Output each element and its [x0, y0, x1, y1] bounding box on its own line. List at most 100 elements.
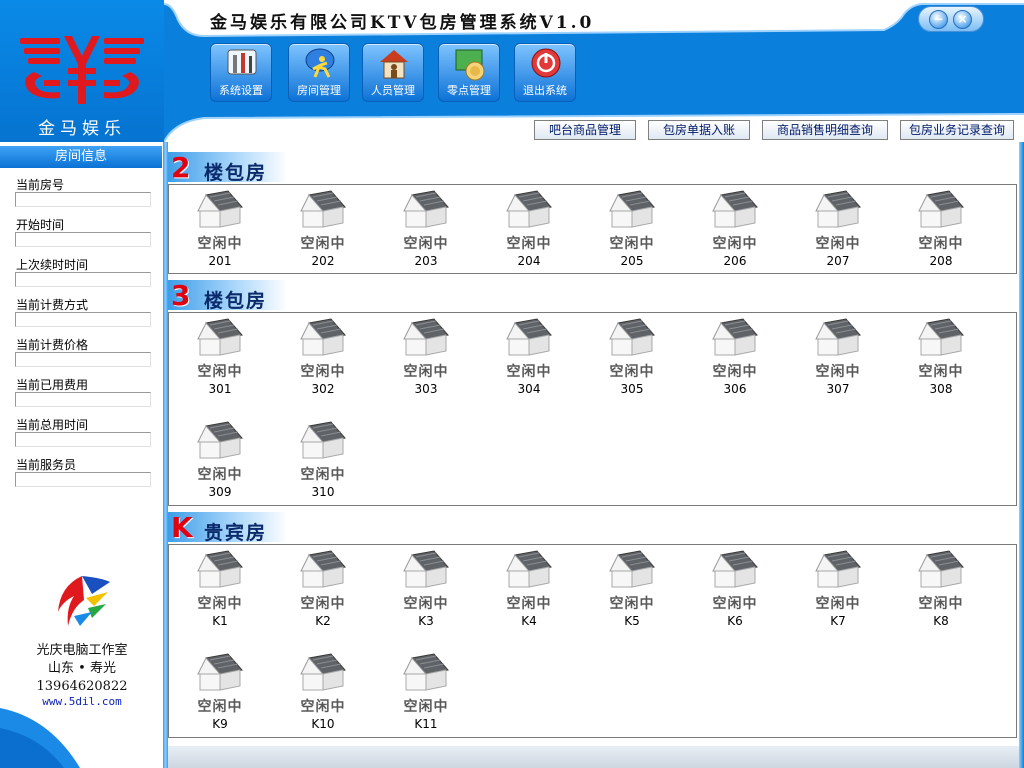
room-203[interactable]: 空闲中 203 — [391, 189, 461, 279]
room-number: 307 — [826, 382, 850, 396]
room-201[interactable]: 空闲中 201 — [185, 189, 255, 279]
room-status: 空闲中 — [300, 596, 346, 612]
room-K1[interactable]: 空闲中 K1 — [185, 549, 255, 639]
room-status: 空闲中 — [403, 699, 449, 715]
close-button[interactable]: × — [953, 10, 972, 29]
sales-detail-query-link[interactable]: 商品销售明细查询 — [762, 120, 888, 140]
room-status: 空闲中 — [609, 364, 655, 380]
system-settings-button[interactable]: 系统设置 — [210, 43, 272, 102]
waiter-field[interactable] — [15, 472, 151, 487]
room-309[interactable]: 空闲中 309 — [185, 420, 255, 510]
house-icon — [299, 549, 347, 592]
floor-badge: K — [171, 511, 193, 544]
house-icon — [299, 317, 347, 360]
total-time-field[interactable] — [15, 432, 151, 447]
toolbar-label: 退出系统 — [523, 84, 567, 97]
floor-2-rooms: 空闲中 201 空闲中 202 空闲中 203 空闲中 204 空闲中 205 空闲中 206 空闲中 2… — [168, 184, 1017, 274]
toolbar-label: 房间管理 — [297, 84, 341, 97]
studio-url-link[interactable]: www.5dil.com — [0, 695, 164, 708]
room-208[interactable]: 空闲中 208 — [906, 189, 976, 279]
room-K11[interactable]: 空闲中 K11 — [391, 652, 461, 742]
studio-phone: 13964620822 — [36, 679, 128, 694]
snack-management-button[interactable]: 零点管理 — [438, 43, 500, 102]
house-icon — [196, 420, 244, 463]
billing-price-field[interactable] — [15, 352, 151, 367]
room-status: 空闲中 — [197, 467, 243, 483]
house-icon — [196, 317, 244, 360]
power-icon — [531, 48, 561, 78]
room-status: 空闲中 — [712, 236, 758, 252]
room-bill-posting-link[interactable]: 包房单据入账 — [648, 120, 750, 140]
toolbar-label: 零点管理 — [447, 84, 491, 97]
room-number: K3 — [418, 614, 434, 628]
room-302[interactable]: 空闲中 302 — [288, 317, 358, 407]
house-icon — [608, 549, 656, 592]
room-number: K2 — [315, 614, 331, 628]
field-billing-mode: 当前计费方式 — [0, 292, 162, 332]
room-301[interactable]: 空闲中 301 — [185, 317, 255, 407]
start-time-field[interactable] — [15, 232, 151, 247]
room-K6[interactable]: 空闲中 K6 — [700, 549, 770, 639]
room-number: 208 — [929, 254, 953, 268]
room-number: 203 — [414, 254, 438, 268]
room-K8[interactable]: 空闲中 K8 — [906, 549, 976, 639]
field-waiter: 当前服务员 — [0, 452, 162, 492]
room-business-records-link[interactable]: 包房业务记录查询 — [900, 120, 1014, 140]
house-icon — [608, 189, 656, 232]
used-fee-field[interactable] — [15, 392, 151, 407]
room-204[interactable]: 空闲中 204 — [494, 189, 564, 279]
room-K10[interactable]: 空闲中 K10 — [288, 652, 358, 742]
room-number: K4 — [521, 614, 537, 628]
room-205[interactable]: 空闲中 205 — [597, 189, 667, 279]
room-number: 310 — [311, 485, 335, 499]
bar-goods-management-link[interactable]: 吧台商品管理 — [534, 120, 636, 140]
room-K2[interactable]: 空闲中 K2 — [288, 549, 358, 639]
exit-system-button[interactable]: 退出系统 — [514, 43, 576, 102]
house-icon — [917, 549, 965, 592]
house-icon — [196, 652, 244, 695]
room-status: 空闲中 — [197, 596, 243, 612]
room-number: K6 — [727, 614, 743, 628]
room-status: 空闲中 — [197, 699, 243, 715]
room-status: 空闲中 — [403, 236, 449, 252]
field-room-number: 当前房号 — [0, 172, 162, 212]
minimize-button[interactable]: − — [929, 10, 948, 29]
room-number: K1 — [212, 614, 228, 628]
room-status: 空闲中 — [300, 236, 346, 252]
room-305[interactable]: 空闲中 305 — [597, 317, 667, 407]
floor-3-title: 3 楼包房 — [168, 280, 288, 312]
room-status: 空闲中 — [403, 364, 449, 380]
last-extend-time-field[interactable] — [15, 272, 151, 287]
room-K4[interactable]: 空闲中 K4 — [494, 549, 564, 639]
room-number: 308 — [929, 382, 953, 396]
room-310[interactable]: 空闲中 310 — [288, 420, 358, 510]
room-info-header: 房间信息 — [0, 146, 162, 168]
house-icon — [711, 189, 759, 232]
tools-icon — [227, 49, 257, 75]
vip-rooms: 空闲中 K1 空闲中 K2 空闲中 K3 空闲中 K4 空闲中 K5 空闲中 K6 空闲中 K7 空闲中 K8… — [168, 544, 1017, 738]
house-icon — [299, 652, 347, 695]
room-management-button[interactable]: 房间管理 — [288, 43, 350, 102]
billing-mode-field[interactable] — [15, 312, 151, 327]
room-number-field[interactable] — [15, 192, 151, 207]
field-label: 当前计费方式 — [16, 298, 89, 312]
field-used-fee: 当前已用费用 — [0, 372, 162, 412]
room-306[interactable]: 空闲中 306 — [700, 317, 770, 407]
room-304[interactable]: 空闲中 304 — [494, 317, 564, 407]
room-K7[interactable]: 空闲中 K7 — [803, 549, 873, 639]
house-icon — [917, 317, 965, 360]
room-307[interactable]: 空闲中 307 — [803, 317, 873, 407]
field-label: 上次续时时间 — [16, 258, 89, 272]
room-K3[interactable]: 空闲中 K3 — [391, 549, 461, 639]
room-K5[interactable]: 空闲中 K5 — [597, 549, 667, 639]
room-207[interactable]: 空闲中 207 — [803, 189, 873, 279]
room-number: 205 — [620, 254, 644, 268]
room-K9[interactable]: 空闲中 K9 — [185, 652, 255, 742]
room-308[interactable]: 空闲中 308 — [906, 317, 976, 407]
room-status: 空闲中 — [918, 364, 964, 380]
staff-management-button[interactable]: 人员管理 — [362, 43, 424, 102]
room-202[interactable]: 空闲中 202 — [288, 189, 358, 279]
room-206[interactable]: 空闲中 206 — [700, 189, 770, 279]
studio-info: 光庆电脑工作室 山东 • 寿光 13964620822 — [0, 642, 164, 696]
room-303[interactable]: 空闲中 303 — [391, 317, 461, 407]
